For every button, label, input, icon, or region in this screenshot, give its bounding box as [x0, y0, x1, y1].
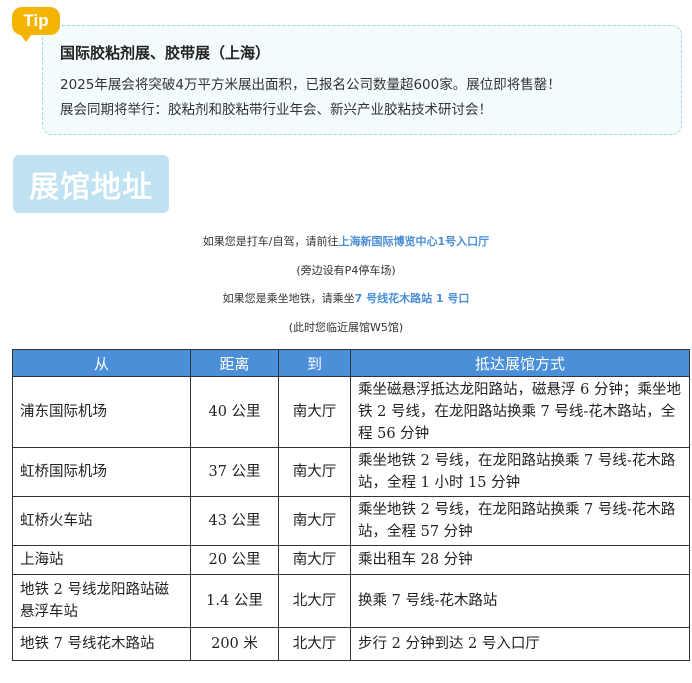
- cell-method: 乘出租车 28 分钟: [350, 545, 690, 575]
- cell-method: 乘坐地铁 2 号线，在龙阳路站换乘 7 号线-花木路站，全程 1 小时 15 分…: [350, 447, 690, 497]
- metro-prefix: 如果您是乘坐地铁，请乘坐: [222, 292, 355, 305]
- cell-to: 南大厅: [278, 496, 351, 546]
- metro-directions: 如果您是乘坐地铁，请乘坐7 号线花木路站 1 号口: [0, 290, 692, 306]
- table-row: 虹桥国际机场 37 公里 南大厅 乘坐地铁 2 号线，在龙阳路站换乘 7 号线-…: [12, 447, 690, 497]
- cell-distance: 40 公里: [190, 376, 279, 448]
- cell-to: 南大厅: [278, 545, 351, 575]
- taxi-directions: 如果您是打车/自驾，请前往上海新国际博览中心1号入口厅: [0, 233, 692, 249]
- taxi-prefix: 如果您是打车/自驾，请前往: [202, 235, 339, 248]
- table-row: 浦东国际机场 40 公里 南大厅 乘坐磁悬浮抵达龙阳路站，磁悬浮 6 分钟；乘坐…: [12, 376, 690, 448]
- table-row: 上海站 20 公里 南大厅 乘出租车 28 分钟: [12, 545, 690, 575]
- header-method: 抵达展馆方式: [350, 349, 690, 377]
- cell-from: 虹桥国际机场: [12, 447, 191, 497]
- cell-from: 地铁 7 号线花木路站: [12, 627, 191, 661]
- table-row: 地铁 2 号线龙阳路站磁悬浮车站 1.4 公里 北大厅 换乘 7 号线-花木路站: [12, 574, 690, 628]
- cell-to: 南大厅: [278, 447, 351, 497]
- cell-to: 南大厅: [278, 376, 351, 448]
- section-badge: 展馆地址: [13, 155, 169, 213]
- route-table: 从 距离 到 抵达展馆方式 浦东国际机场 40 公里 南大厅 乘坐磁悬浮抵达龙阳…: [12, 349, 690, 661]
- tip-line-2: 展会同期将举行：胶粘剂和胶粘带行业年会、新兴产业胶粘技术研讨会！: [60, 102, 492, 118]
- cell-from: 虹桥火车站: [12, 496, 191, 546]
- cell-distance: 1.4 公里: [190, 574, 279, 628]
- cell-from: 地铁 2 号线龙阳路站磁悬浮车站: [12, 574, 191, 628]
- metro-note: (此时您临近展馆W5馆): [288, 321, 404, 334]
- cell-distance: 43 公里: [190, 496, 279, 546]
- cell-method: 乘坐地铁 2 号线，在龙阳路站换乘 7 号线-花木路站，全程 57 分钟: [350, 496, 690, 546]
- cell-distance: 20 公里: [190, 545, 279, 575]
- tip-title: 国际胶粘剂展、胶带展（上海）: [60, 44, 271, 62]
- cell-method: 换乘 7 号线-花木路站: [350, 574, 690, 628]
- cell-distance: 200 米: [190, 627, 279, 661]
- section-title: 展馆地址: [29, 170, 153, 205]
- cell-from: 浦东国际机场: [12, 376, 191, 448]
- table-header-row: 从 距离 到 抵达展馆方式: [12, 349, 690, 377]
- header-distance: 距离: [190, 349, 279, 377]
- cell-method: 步行 2 分钟到达 2 号入口厅: [350, 627, 690, 661]
- tip-tag-label: Tip: [23, 11, 49, 30]
- tip-tag: Tip: [12, 7, 60, 42]
- cell-to: 北大厅: [278, 574, 351, 628]
- header-to: 到: [278, 349, 351, 377]
- cell-method: 乘坐磁悬浮抵达龙阳路站，磁悬浮 6 分钟；乘坐地铁 2 号线，在龙阳路站换乘 7…: [350, 376, 690, 448]
- table-row: 地铁 7 号线花木路站 200 米 北大厅 步行 2 分钟到达 2 号入口厅: [12, 627, 690, 661]
- cell-from: 上海站: [12, 545, 191, 575]
- tip-line-1: 2025年展会将突破4万平方米展出面积，已报名公司数量超600家。展位即将售罄！: [60, 77, 561, 93]
- cell-distance: 37 公里: [190, 447, 279, 497]
- metro-highlight: 7 号线花木路站 1 号口: [354, 292, 470, 305]
- taxi-highlight: 上海新国际博览中心1号入口厅: [338, 235, 490, 248]
- table-row: 虹桥火车站 43 公里 南大厅 乘坐地铁 2 号线，在龙阳路站换乘 7 号线-花…: [12, 496, 690, 546]
- cell-to: 北大厅: [278, 627, 351, 661]
- header-from: 从: [12, 349, 191, 377]
- taxi-note: (旁边设有P4停车场): [296, 264, 396, 277]
